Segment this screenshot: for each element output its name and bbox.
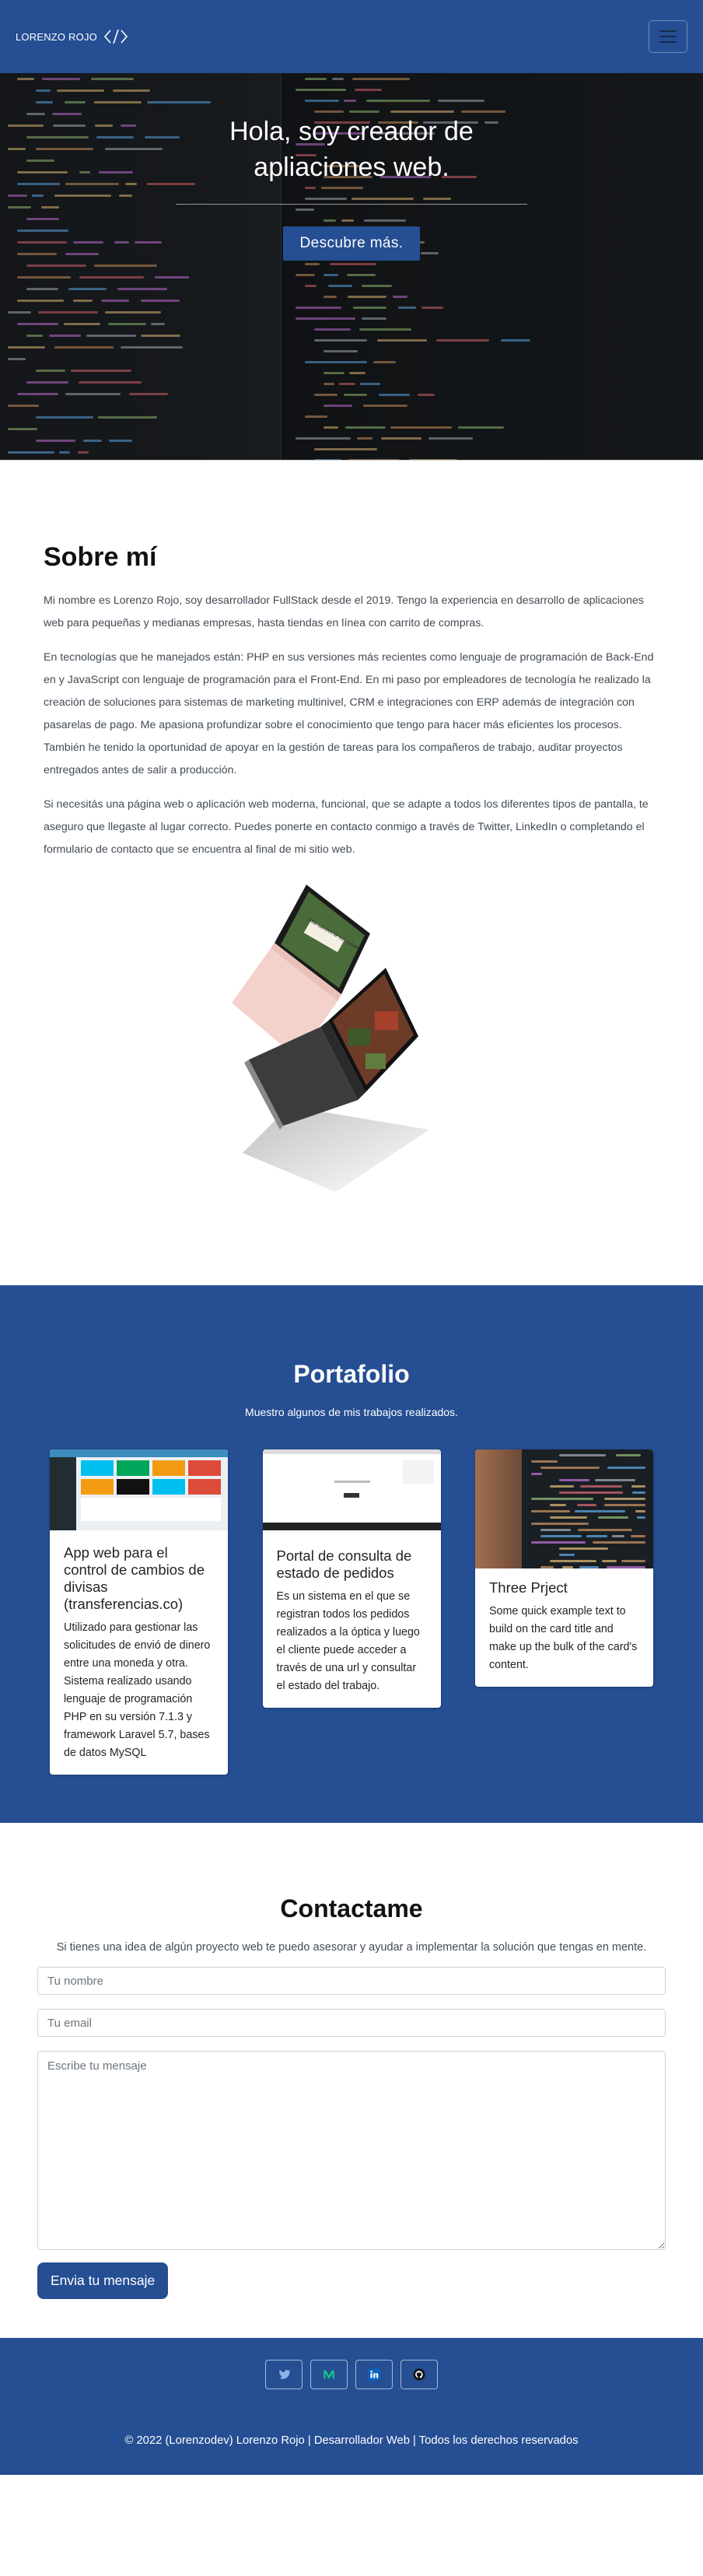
navbar: LORENZO ROJO: [0, 0, 703, 73]
github-icon[interactable]: [400, 2360, 438, 2389]
portfolio-card[interactable]: Three Prject Some quick example text to …: [475, 1449, 653, 1687]
about-paragraph: Si necesitás una página web o aplicación…: [44, 798, 649, 856]
portfolio-section: Portafolio Muestro algunos de mis trabaj…: [0, 1285, 703, 1823]
card-text: Some quick example text to build on the …: [489, 1605, 638, 1671]
card-image: [262, 1449, 441, 1530]
message-textarea[interactable]: [37, 2051, 666, 2250]
portfolio-card[interactable]: App web para el control de cambios de di…: [50, 1449, 228, 1775]
twitter-icon[interactable]: [265, 2360, 303, 2389]
about-title: Sobre mí: [44, 542, 157, 572]
social-links: [0, 2360, 703, 2389]
contact-lead: Si tienes una idea de algún proyecto web…: [56, 1941, 647, 1954]
contact-section: Contactame Si tienes una idea de algún p…: [0, 1823, 703, 2338]
about-paragraph: Mi nombre es Lorenzo Rojo, soy desarroll…: [44, 594, 644, 629]
contact-title: Contactame: [280, 1894, 423, 1922]
about-section: Sobre mí Mi nombre es Lorenzo Rojo, soy …: [0, 461, 703, 1285]
name-input[interactable]: [37, 1967, 666, 1995]
discover-more-button[interactable]: Descubre más.: [282, 226, 421, 261]
portfolio-card[interactable]: Portal de consulta de estado de pedidos …: [262, 1449, 441, 1708]
send-message-button[interactable]: Envia tu mensaje: [37, 2262, 169, 2299]
hamburger-menu-icon[interactable]: [649, 20, 687, 53]
card-text: Es un sistema en el que se registran tod…: [276, 1590, 420, 1692]
linkedin-icon[interactable]: [355, 2360, 393, 2389]
portfolio-title: Portafolio: [293, 1360, 410, 1388]
hero-divider: [176, 204, 527, 205]
hero-section: Hola, soy creador de apliaciones web. De…: [0, 73, 703, 461]
brand-name: LORENZO ROJO: [16, 30, 97, 43]
laptops-image: Más sabores de mil colores: [232, 885, 429, 1192]
card-title: Portal de consulta de estado de pedidos: [276, 1547, 412, 1581]
portfolio-subtitle: Muestro algunos de mis trabajos realizad…: [245, 1406, 458, 1418]
copyright-text: © 2022 (Lorenzodev) Lorenzo Rojo | Desar…: [124, 2434, 579, 2447]
hero-title: Hola, soy creador de apliaciones web.: [229, 117, 474, 182]
code-icon: [103, 29, 128, 44]
about-paragraph: En tecnologías que he manejados están: P…: [44, 651, 654, 776]
card-image: [50, 1449, 228, 1530]
card-image: [475, 1449, 653, 1568]
portfolio-cards: App web para el control de cambios de di…: [50, 1449, 653, 1775]
card-title: Three Prject: [489, 1579, 568, 1596]
medium-icon[interactable]: [310, 2360, 348, 2389]
footer: © 2022 (Lorenzodev) Lorenzo Rojo | Desar…: [0, 2338, 703, 2475]
card-text: Utilizado para gestionar las solicitudes…: [64, 1621, 211, 1759]
card-title: App web para el control de cambios de di…: [64, 1544, 205, 1612]
email-input[interactable]: [37, 2009, 666, 2037]
brand-link[interactable]: LORENZO ROJO: [16, 28, 128, 45]
